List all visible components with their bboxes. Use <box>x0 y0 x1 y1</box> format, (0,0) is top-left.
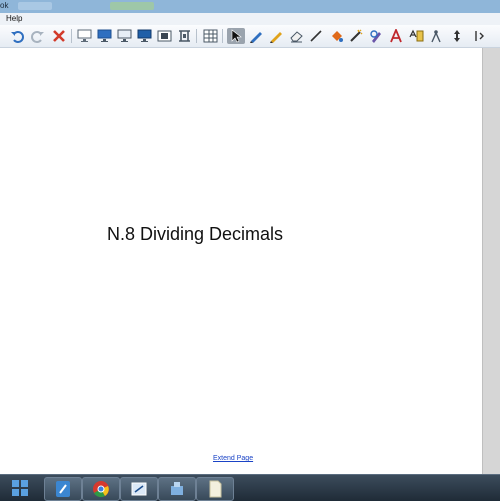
toolbar-separator <box>71 29 72 43</box>
magic-pen-icon[interactable] <box>347 28 365 44</box>
window-title: ok <box>0 1 9 10</box>
document-app-icon[interactable] <box>196 477 234 501</box>
screen-shade-icon[interactable] <box>75 28 93 44</box>
toolbar-overflow-icon[interactable] <box>470 28 488 44</box>
vertical-scrollbar[interactable] <box>482 48 500 474</box>
properties-icon[interactable] <box>407 28 425 44</box>
text-icon[interactable] <box>387 28 405 44</box>
page-title: N.8 Dividing Decimals <box>107 224 284 244</box>
undo-icon[interactable] <box>8 28 26 44</box>
chrome-app-icon[interactable] <box>82 477 120 501</box>
menu-help[interactable]: Help <box>6 13 22 25</box>
monitor-icon[interactable] <box>135 28 153 44</box>
taskbar <box>0 474 500 501</box>
notebook-app-icon[interactable] <box>44 477 82 501</box>
compass-icon[interactable] <box>427 28 445 44</box>
show-hide-screen-icon[interactable] <box>115 28 133 44</box>
select-icon[interactable] <box>227 28 245 44</box>
toolbar <box>0 25 500 48</box>
toolbar-separator <box>222 29 223 43</box>
redo-icon[interactable] <box>29 28 47 44</box>
fill-icon[interactable] <box>327 28 345 44</box>
eraser-icon[interactable] <box>287 28 305 44</box>
creative-pen-icon[interactable] <box>267 28 285 44</box>
tools-app-icon[interactable] <box>158 477 196 501</box>
start-icon[interactable] <box>6 478 34 498</box>
capture-icon[interactable] <box>155 28 173 44</box>
document-camera-icon[interactable] <box>175 28 193 44</box>
title-bar: ok <box>0 0 500 13</box>
board-app-icon[interactable] <box>120 477 158 501</box>
toolbar-separator <box>196 29 197 43</box>
title-bar-highlight <box>110 2 154 10</box>
move-toolbar-icon[interactable] <box>448 28 466 44</box>
display-icon[interactable] <box>95 28 113 44</box>
line-icon[interactable] <box>307 28 325 44</box>
notebook-page[interactable] <box>0 48 482 474</box>
delete-icon[interactable] <box>50 28 68 44</box>
extend-page-link[interactable]: Extend Page <box>213 455 253 462</box>
table-icon[interactable] <box>201 28 219 44</box>
pen-icon[interactable] <box>247 28 265 44</box>
shape-recognition-icon[interactable] <box>367 28 385 44</box>
title-bar-text-blur <box>18 2 52 10</box>
